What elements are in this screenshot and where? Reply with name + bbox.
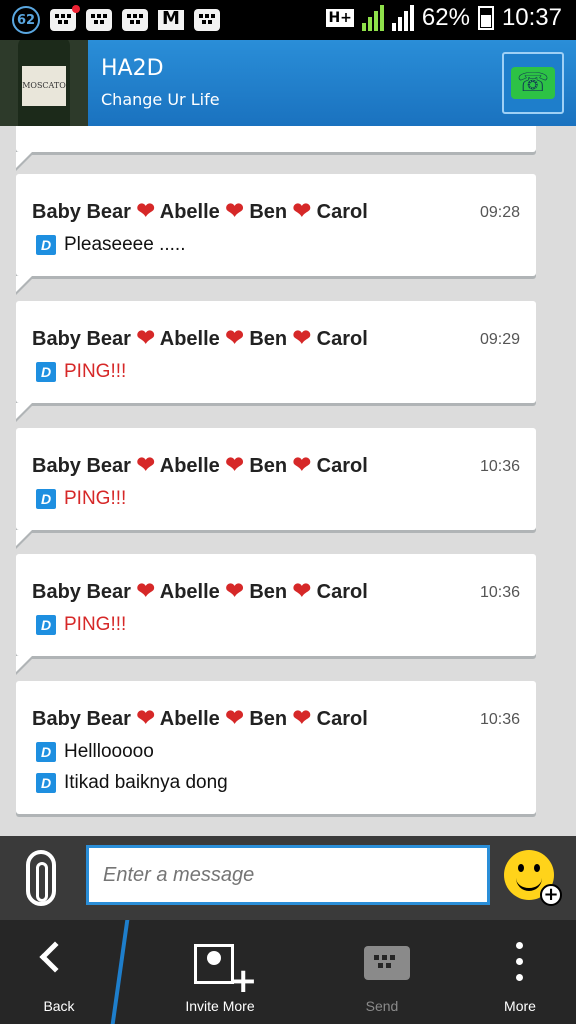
send-button[interactable]: Send: [330, 920, 434, 1024]
bbm-icon: [194, 9, 220, 31]
bbm-icon: [86, 9, 112, 31]
call-button[interactable]: [502, 52, 564, 114]
more-button[interactable]: More: [470, 920, 570, 1024]
network-type: H+: [326, 9, 354, 27]
heart-icon: ❤: [225, 578, 244, 603]
heart-icon: ❤: [136, 705, 155, 730]
message-bubble[interactable]: Baby Bear ❤ Abelle ❤ Ben ❤ Carol 09:29 D…: [16, 301, 536, 419]
heart-icon: ❤: [225, 198, 244, 223]
message-line: D PING!!!: [36, 361, 126, 383]
send-bbm-icon: [364, 946, 410, 980]
heart-icon: ❤: [292, 325, 312, 350]
heart-icon: ❤: [292, 452, 312, 477]
delivered-icon: D: [36, 742, 56, 762]
message-sender: Baby Bear ❤ Abelle ❤ Ben ❤ Carol: [32, 452, 368, 477]
delivered-icon: D: [36, 362, 56, 382]
bottle-image: MOSCATO: [18, 40, 70, 126]
ping-text: PING!!!: [64, 488, 127, 509]
heart-icon: ❤: [136, 198, 155, 223]
message-sender: Baby Bear ❤ Abelle ❤ Ben ❤ Carol: [32, 578, 368, 603]
signal-strength-icon: [361, 5, 384, 31]
ping-text: PING!!!: [64, 614, 127, 635]
message-time: 10:36: [479, 458, 520, 475]
ping-text: PING!!!: [64, 361, 127, 382]
status-bar: 62 H+ 62% 10:37: [0, 0, 576, 40]
message-time: 09:29: [479, 331, 520, 348]
message-bubble[interactable]: Baby Bear ❤ Abelle ❤ Ben ❤ Carol 10:36 D…: [16, 428, 536, 546]
heart-icon: ❤: [136, 452, 155, 477]
message-bubble[interactable]: Baby Bear ❤ Abelle ❤ Ben ❤ Carol 10:36 D…: [16, 681, 536, 814]
heart-icon: ❤: [225, 325, 244, 350]
message-line: D PING!!!: [36, 488, 126, 510]
notification-count-badge: 62: [12, 6, 40, 34]
phone-call-icon: [511, 67, 555, 99]
message-bubble[interactable]: Baby Bear ❤ Abelle ❤ Ben ❤ Carol 09:28 D…: [16, 174, 536, 292]
overflow-menu-icon: [516, 942, 523, 949]
message-text: Pleaseeee .....: [64, 234, 186, 255]
delivered-icon: D: [36, 615, 56, 635]
delivered-icon: D: [36, 489, 56, 509]
group-avatar[interactable]: MOSCATO: [0, 40, 88, 126]
chat-title[interactable]: HA2D: [101, 56, 164, 81]
heart-icon: ❤: [136, 578, 155, 603]
chevron-left-icon: [39, 941, 71, 973]
bbm-notification-icon: [50, 5, 80, 31]
heart-icon: ❤: [292, 578, 312, 603]
message-sender: Baby Bear ❤ Abelle ❤ Ben ❤ Carol: [32, 198, 368, 223]
heart-icon: ❤: [292, 705, 312, 730]
action-bar: Back Invite More Send More: [0, 920, 576, 1024]
message-line: D Pleaseeee .....: [36, 234, 185, 256]
message-line: D Helllooooo: [36, 741, 154, 763]
gmail-icon: [158, 8, 184, 30]
send-label: Send: [365, 998, 399, 1014]
message-sender: Baby Bear ❤ Abelle ❤ Ben ❤ Carol: [32, 325, 368, 350]
delivered-icon: D: [36, 773, 56, 793]
message-time: 09:28: [479, 204, 520, 221]
invite-more-button[interactable]: Invite More: [150, 920, 290, 1024]
back-label: Back: [43, 998, 75, 1014]
message-line: D PING!!!: [36, 614, 126, 636]
signal-strength-2-icon: [391, 5, 414, 31]
message-list[interactable]: Baby Bear ❤ Abelle ❤ Ben ❤ Carol 09:28 D…: [0, 126, 576, 836]
message-time: 10:36: [479, 584, 520, 601]
chat-subtitle: Change Ur Life: [101, 90, 220, 109]
back-button[interactable]: Back: [0, 920, 118, 1024]
clock: 10:37: [501, 4, 562, 31]
heart-icon: ❤: [225, 705, 244, 730]
delivered-icon: D: [36, 235, 56, 255]
battery-percent: 62%: [421, 4, 470, 31]
message-time: 10:36: [479, 711, 520, 728]
message-text: Helllooooo: [64, 741, 154, 762]
invite-more-label: Invite More: [185, 998, 255, 1014]
add-contact-icon: [194, 944, 258, 1001]
bottle-label: MOSCATO: [22, 66, 66, 106]
add-emoticon-icon[interactable]: +: [540, 884, 562, 906]
heart-icon: ❤: [292, 198, 312, 223]
message-text: Itikad baiknya dong: [64, 772, 228, 793]
heart-icon: ❤: [136, 325, 155, 350]
heart-icon: ❤: [225, 452, 244, 477]
message-line: D Itikad baiknya dong: [36, 772, 228, 794]
message-sender: Baby Bear ❤ Abelle ❤ Ben ❤ Carol: [32, 705, 368, 730]
battery-icon: [477, 6, 494, 30]
message-bubble-previous: [16, 126, 536, 168]
message-bubble[interactable]: Baby Bear ❤ Abelle ❤ Ben ❤ Carol 10:36 D…: [16, 554, 536, 672]
bbm-icon: [122, 9, 148, 31]
chat-header: MOSCATO HA2D Change Ur Life: [0, 40, 576, 126]
more-label: More: [504, 998, 536, 1014]
message-input[interactable]: [86, 845, 490, 905]
compose-bar: +: [0, 836, 576, 920]
attach-paperclip-icon[interactable]: [26, 850, 56, 906]
